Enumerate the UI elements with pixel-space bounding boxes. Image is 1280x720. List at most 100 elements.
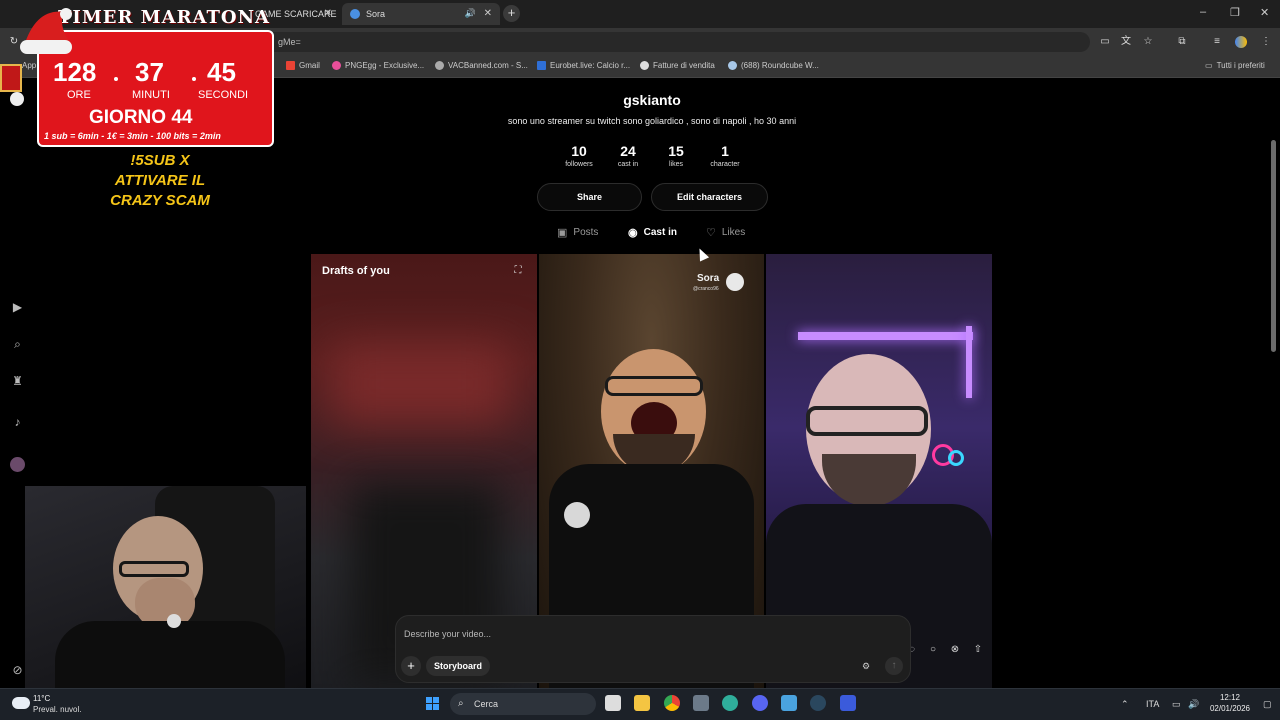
- glasses: [119, 561, 189, 577]
- stat-character[interactable]: 1 character: [695, 143, 755, 168]
- settings-icon[interactable]: ⊘: [10, 663, 25, 678]
- tab-label: Posts: [573, 227, 599, 238]
- tab-cast-in[interactable]: ◉ Cast in: [628, 226, 677, 239]
- bookmark-fatture[interactable]: Fatture di vendita: [640, 61, 715, 70]
- taskbar-search[interactable]: Cerca: [450, 693, 596, 715]
- notification-icon[interactable]: ▢: [1263, 699, 1272, 710]
- search-icon: ⌕: [458, 698, 464, 709]
- bookmark-vacbanned[interactable]: VACBanned.com - S...: [435, 61, 528, 70]
- timer-hours: 128: [53, 57, 97, 87]
- maximize-icon[interactable]: ❐: [1230, 6, 1240, 19]
- add-media-button[interactable]: +: [401, 656, 421, 676]
- bookmark-label: Gmail: [299, 61, 320, 70]
- gift-icon: [0, 64, 22, 92]
- media-icon[interactable]: ≡: [1211, 36, 1223, 48]
- describe-video-input[interactable]: Describe your video...: [404, 629, 491, 639]
- tab-label: Sora: [366, 9, 386, 19]
- windows-start-icon[interactable]: [426, 697, 440, 711]
- close-tab-icon[interactable]: ✕: [324, 8, 332, 19]
- profile-avatar-icon[interactable]: [1235, 36, 1247, 48]
- close-tab-icon[interactable]: ✕: [484, 8, 492, 19]
- mute-icon[interactable]: 🔊: [465, 8, 476, 19]
- arc-app-icon[interactable]: [840, 695, 856, 711]
- timer-seconds-label: SECONDI: [198, 89, 249, 101]
- task-view-icon[interactable]: [605, 695, 621, 711]
- sora-watermark: Sora: [697, 273, 720, 284]
- clock-time: 12:12: [1219, 693, 1241, 702]
- tab-label: Cast in: [643, 227, 677, 238]
- play-square-icon: ▣: [557, 227, 568, 239]
- timer-minutes: 37: [135, 57, 164, 87]
- user-avatar[interactable]: [10, 457, 25, 472]
- watch: [167, 614, 181, 628]
- sora-logo-icon: [726, 273, 744, 291]
- arrow-app-icon[interactable]: [781, 695, 797, 711]
- bookmark-apps[interactable]: App: [22, 61, 36, 70]
- weather-description[interactable]: Preval. nuvol.: [33, 705, 81, 714]
- tray-chevron-icon[interactable]: ⌃: [1121, 699, 1129, 710]
- timer-title: TIMER MARATONA: [58, 7, 271, 28]
- discord-icon[interactable]: [752, 695, 768, 711]
- bookmark-eurobet[interactable]: Eurobet.live: Calcio r...: [537, 61, 630, 70]
- chrome-icon[interactable]: [664, 695, 680, 711]
- tab-posts[interactable]: ▣ Posts: [557, 226, 598, 239]
- url-input[interactable]: gMe=: [260, 32, 1090, 52]
- system-clock[interactable]: 12:12 02/01/2026: [1206, 692, 1254, 714]
- weather-temperature[interactable]: 11°C: [33, 694, 50, 703]
- profile-bio: sono uno streamer su twitch sono goliard…: [507, 116, 797, 126]
- trophy-icon[interactable]: ♜: [10, 374, 25, 389]
- folder-icon: ▭: [1205, 61, 1213, 70]
- bookmark-gmail[interactable]: Gmail: [286, 61, 320, 70]
- timer-minutes-label: MINUTI: [132, 89, 170, 101]
- bookmark-roundcube[interactable]: (688) Roundcube W...: [728, 61, 819, 70]
- explore-play-icon[interactable]: ▶: [10, 300, 25, 315]
- language-indicator[interactable]: ITA: [1146, 699, 1159, 709]
- send-button[interactable]: ↑: [885, 657, 903, 675]
- tab-label: Likes: [721, 227, 746, 238]
- focus-frame-icon: ⛶: [514, 265, 522, 276]
- roundcube-icon: [728, 61, 737, 70]
- cast-icon[interactable]: ▭: [1099, 36, 1111, 48]
- sora-watermark-handle: @cranco96: [693, 286, 719, 292]
- drafts-label: Drafts of you: [322, 265, 390, 277]
- file-explorer-icon[interactable]: [634, 695, 650, 711]
- new-tab-button[interactable]: +: [503, 5, 520, 22]
- stat-label: character: [710, 161, 740, 168]
- cloud-weather-icon[interactable]: [12, 697, 30, 709]
- glasses: [806, 406, 928, 436]
- storyboard-button[interactable]: Storyboard: [426, 656, 491, 676]
- bookmark-label: Tutti i preferiti: [1216, 61, 1265, 70]
- search-label: Cerca: [474, 699, 499, 709]
- menu-kebab-icon[interactable]: ⋮: [1260, 36, 1272, 48]
- tab-sora[interactable]: Sora 🔊 ✕: [342, 3, 500, 25]
- steam-icon[interactable]: [810, 695, 826, 711]
- stat-value: 1: [721, 143, 729, 159]
- chat-bubble-icon[interactable]: ○: [926, 643, 940, 657]
- neon-light: [798, 332, 973, 340]
- share-upload-icon[interactable]: ⇧: [971, 643, 985, 657]
- extensions-icon[interactable]: ⧉: [1176, 36, 1188, 48]
- volume-icon[interactable]: 🔊: [1188, 699, 1199, 710]
- overlay-line-1: !5SUB X: [130, 152, 190, 169]
- minimize-icon[interactable]: –: [1200, 6, 1206, 18]
- ghost-emote-icon: [10, 92, 24, 106]
- bookmark-label: Fatture di vendita: [653, 61, 715, 70]
- window-close-icon[interactable]: ✕: [1260, 6, 1269, 19]
- edit-characters-button[interactable]: Edit characters: [651, 183, 768, 211]
- bookmark-label: (688) Roundcube W...: [741, 61, 819, 70]
- game-app-icon[interactable]: [693, 695, 709, 711]
- translate-icon[interactable]: 文: [1120, 36, 1132, 48]
- page-scrollbar[interactable]: [1271, 140, 1276, 352]
- remix-icon[interactable]: ⊗: [948, 643, 962, 657]
- all-bookmarks-folder[interactable]: ▭ Tutti i preferiti: [1205, 61, 1265, 70]
- star-icon[interactable]: ☆: [1142, 36, 1154, 48]
- composer-settings-icon[interactable]: ⚙: [858, 658, 874, 674]
- globe-app-icon[interactable]: [722, 695, 738, 711]
- network-icon[interactable]: ▭: [1172, 699, 1181, 710]
- tab-likes[interactable]: ♡ Likes: [706, 226, 745, 239]
- rgb-fan: [948, 450, 964, 466]
- bookmark-pngegg[interactable]: PNGEgg - Exclusive...: [332, 61, 424, 70]
- share-button[interactable]: Share: [537, 183, 642, 211]
- notification-bell-icon[interactable]: ♪: [10, 415, 25, 430]
- search-icon[interactable]: ⌕: [10, 337, 25, 352]
